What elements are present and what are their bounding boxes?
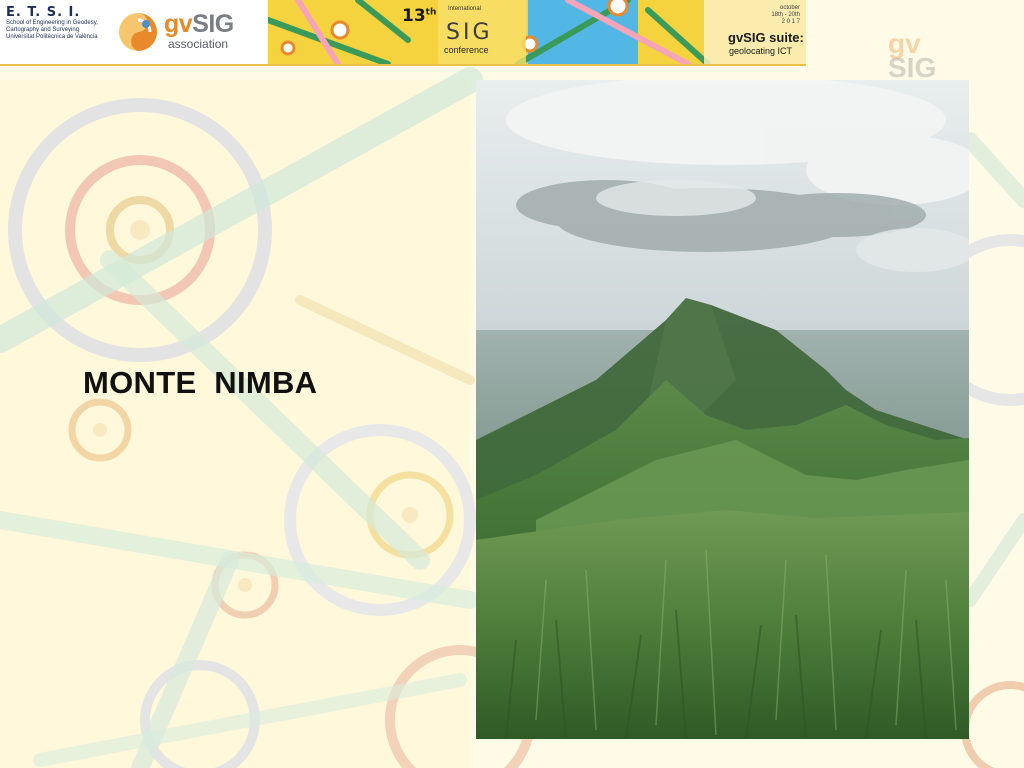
header-banner: E. T. S. I. School of Engineering in Geo… (0, 0, 806, 66)
suite-title: gvSIG suite: (728, 30, 804, 45)
conference-network-art (268, 0, 806, 64)
conference-banner: 13th International SIG conference octobe… (268, 0, 806, 64)
mountain-photo (476, 80, 969, 739)
gvsig-wordmark: gvSIG (164, 10, 234, 38)
etsi-line: Cartography and Surveying (6, 27, 80, 33)
conference-number: 13th (402, 6, 437, 26)
etsi-title: E. T. S. I. (6, 5, 81, 20)
slide: E. T. S. I. School of Engineering in Geo… (0, 0, 1024, 768)
etsi-line: Universitat Politècnica de València (6, 34, 98, 40)
gvsig-subtitle: association (168, 37, 229, 51)
slide-title: MONTE NIMBA (83, 365, 318, 400)
etsi-line: School of Engineering in Geodesy, (6, 20, 98, 26)
gvsig-swirl-icon (119, 13, 157, 51)
conference-small-label: International (448, 6, 482, 12)
gvsig-association-logo: gvSIG association (116, 8, 266, 56)
conference-word: conference (444, 45, 489, 55)
gvsig-watermark-logo: gv SIG (888, 28, 937, 83)
mountain-photo-illustration (476, 80, 969, 739)
suite-subtitle: geolocating ICT (729, 46, 793, 56)
conference-name: SIG (446, 20, 493, 45)
conference-date: october 18th - 20th 2 0 1 7 (771, 5, 800, 25)
etsi-logo: E. T. S. I. School of Engineering in Geo… (6, 6, 112, 58)
